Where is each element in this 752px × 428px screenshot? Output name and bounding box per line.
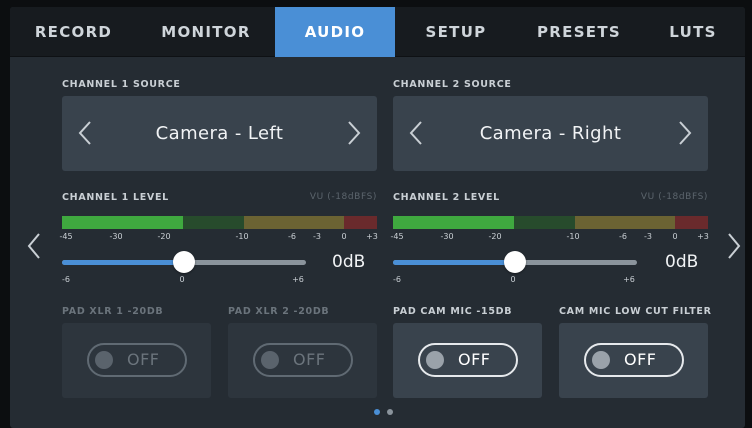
cam-mic-low-cut-label: CAM MIC LOW CUT FILTER: [559, 306, 712, 317]
pad-cam-mic-control: OFF: [393, 323, 542, 398]
channel2-vu-label: VU (-18dBFS): [640, 192, 708, 202]
audio-settings-screen: RECORD MONITOR AUDIO SETUP PRESETS LUTS …: [10, 7, 745, 428]
tab-luts[interactable]: LUTS: [641, 7, 745, 57]
channel1-source-selector: Camera - Left: [62, 96, 377, 171]
toggle-state: OFF: [127, 350, 160, 369]
pad-cam-mic-label: PAD CAM MIC -15DB: [393, 306, 513, 317]
chevron-right-icon[interactable]: [347, 120, 361, 146]
chevron-right-icon[interactable]: [678, 120, 692, 146]
channel2-gain-slider[interactable]: [393, 251, 637, 275]
meter-tick: -30: [109, 232, 123, 241]
meter-tick: -30: [440, 232, 454, 241]
chevron-right-icon[interactable]: [727, 232, 741, 260]
slider-knob[interactable]: [173, 251, 195, 273]
slider-tick: +6: [292, 275, 304, 284]
pad-xlr2-control: OFF: [228, 323, 377, 398]
channel2-meter-scale: -45 -30 -20 -10 -6 -3 0 +3: [390, 232, 709, 244]
pad-xlr2-toggle[interactable]: OFF: [253, 343, 353, 377]
meter-segment-red: [344, 216, 377, 229]
toggle-knob: [592, 351, 610, 369]
slider-tick: +6: [623, 275, 635, 284]
toggle-knob: [261, 351, 279, 369]
pad-cam-mic-toggle[interactable]: OFF: [418, 343, 518, 377]
channel1-gain-slider[interactable]: [62, 251, 306, 275]
slider-tick: -6: [393, 275, 401, 284]
meter-tick: +3: [697, 232, 709, 241]
pad-xlr1-toggle[interactable]: OFF: [87, 343, 187, 377]
toggle-knob: [426, 351, 444, 369]
meter-segment-yellow: [244, 216, 344, 229]
meter-tick: -10: [235, 232, 249, 241]
meter-segment-red: [675, 216, 708, 229]
meter-segment-yellow: [575, 216, 675, 229]
meter-tick: -20: [157, 232, 171, 241]
channel1-meter-scale: -45 -30 -20 -10 -6 -3 0 +3: [59, 232, 378, 244]
meter-tick: -3: [313, 232, 321, 241]
meter-tick: 0: [341, 232, 347, 241]
page-indicator[interactable]: [387, 409, 393, 415]
meter-tick: -20: [488, 232, 502, 241]
tab-audio[interactable]: AUDIO: [275, 7, 395, 57]
meter-segment-green-dim: [183, 216, 244, 229]
channel2-source-selector: Camera - Right: [393, 96, 708, 171]
slider-knob[interactable]: [504, 251, 526, 273]
channel1-source-label: CHANNEL 1 SOURCE: [62, 79, 181, 90]
cam-mic-low-cut-control: OFF: [559, 323, 708, 398]
slider-tick: 0: [510, 275, 516, 284]
cam-mic-low-cut-toggle[interactable]: OFF: [584, 343, 684, 377]
meter-segment-green: [393, 216, 514, 229]
channel1-gain-value: 0dB: [332, 252, 366, 272]
meter-tick: +3: [366, 232, 378, 241]
channel2-audio-meter: [393, 216, 708, 229]
channel2-gain-value: 0dB: [665, 252, 699, 272]
pad-xlr2-label: PAD XLR 2 -20DB: [228, 306, 330, 317]
channel1-audio-meter: [62, 216, 377, 229]
meter-segment-green: [62, 216, 183, 229]
channel2-source-label: CHANNEL 2 SOURCE: [393, 79, 512, 90]
pad-xlr1-label: PAD XLR 1 -20DB: [62, 306, 164, 317]
chevron-left-icon[interactable]: [27, 232, 41, 260]
channel1-level-label: CHANNEL 1 LEVEL: [62, 192, 169, 203]
channel2-slider-scale: -6 0 +6: [393, 275, 637, 287]
meter-tick: -45: [390, 232, 404, 241]
slider-tick: -6: [62, 275, 70, 284]
page-indicator-active[interactable]: [374, 409, 380, 415]
channel2-level-label: CHANNEL 2 LEVEL: [393, 192, 500, 203]
camera-frame: RECORD MONITOR AUDIO SETUP PRESETS LUTS …: [0, 0, 752, 428]
channel1-vu-label: VU (-18dBFS): [309, 192, 377, 202]
meter-tick: 0: [672, 232, 678, 241]
slider-fill: [393, 260, 515, 265]
meter-tick: -45: [59, 232, 73, 241]
tab-bar: RECORD MONITOR AUDIO SETUP PRESETS LUTS: [10, 7, 745, 57]
slider-fill: [62, 260, 184, 265]
toggle-state: OFF: [293, 350, 326, 369]
tab-record[interactable]: RECORD: [10, 7, 137, 57]
tab-monitor[interactable]: MONITOR: [137, 7, 275, 57]
toggle-knob: [95, 351, 113, 369]
channel2-source-value: Camera - Right: [479, 123, 622, 144]
slider-tick: 0: [179, 275, 185, 284]
toggle-state: OFF: [458, 350, 491, 369]
tab-presets[interactable]: PRESETS: [517, 7, 641, 57]
channel1-source-value: Camera - Left: [155, 123, 284, 144]
toggle-state: OFF: [624, 350, 657, 369]
meter-tick: -10: [566, 232, 580, 241]
meter-tick: -6: [619, 232, 627, 241]
meter-segment-green-dim: [514, 216, 575, 229]
meter-tick: -6: [288, 232, 296, 241]
pad-xlr1-control: OFF: [62, 323, 211, 398]
meter-tick: -3: [644, 232, 652, 241]
tab-setup[interactable]: SETUP: [395, 7, 517, 57]
channel1-slider-scale: -6 0 +6: [62, 275, 306, 287]
